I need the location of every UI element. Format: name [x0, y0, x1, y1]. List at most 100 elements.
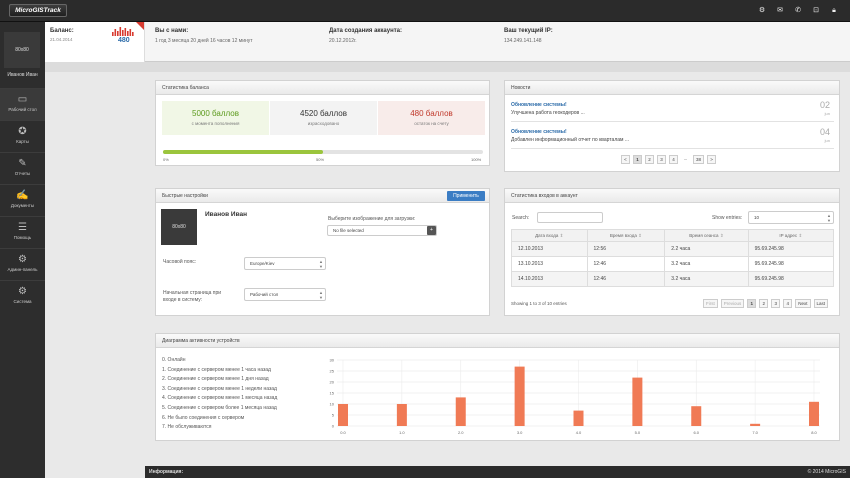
x-tick-label: 1.0 [399, 430, 405, 435]
mail-icon[interactable]: ✉ [774, 5, 786, 17]
timezone-select[interactable]: Europe/Kiev ▲ ▼ [244, 257, 326, 270]
pager-next[interactable]: Next [795, 299, 811, 308]
pager-prev[interactable]: < [621, 155, 630, 164]
legend-item: 3. Соединение с сервером менее 1 недели … [162, 385, 277, 392]
search-input[interactable] [537, 212, 603, 223]
sidebar-item-documents[interactable]: ✍ Документы [0, 184, 45, 216]
table-cell: 2.2 часа [664, 241, 749, 257]
footer-copyright: © 2014 MicroGIS [807, 469, 846, 475]
panel-title: Статистика входов в аккаунт [505, 189, 839, 203]
monitor-icon: ▭ [17, 94, 28, 105]
column-header[interactable]: Дата входа ⇕ [511, 229, 588, 242]
sidebar-item-reports[interactable]: ✎ Отчеты [0, 152, 45, 184]
chevron-updown-icon: ▲ ▼ [319, 290, 323, 300]
chart-bar [632, 377, 643, 426]
sidebar-item-admin[interactable]: ⚙ Админ-панель [0, 248, 45, 280]
pager-previous[interactable]: Previous [720, 299, 745, 308]
apply-button[interactable]: Применить [447, 191, 485, 201]
news-panel: Новости Обновление системы! Улучшена раб… [504, 80, 840, 172]
x-tick-label: 0.0 [340, 430, 346, 435]
news-text: Улучшена работа геокодеров ... [511, 110, 585, 116]
sidebar-item-system[interactable]: ⚙ Система [0, 280, 45, 312]
login-stats-panel: Статистика входов в аккаунт Search: Show… [504, 188, 840, 316]
pager-page[interactable]: 3 [771, 299, 781, 308]
y-tick-label: 0 [332, 424, 335, 429]
activity-legend: 0. Онлайн 1. Соединение с сервером менее… [162, 356, 277, 433]
x-tick-label: 2.0 [458, 430, 464, 435]
start-page-select[interactable]: Рабочий стол ▲ ▼ [244, 288, 326, 301]
app-logo[interactable]: MicroGISTrack [9, 4, 67, 17]
ip-value: 134.249.141.148 [504, 38, 542, 44]
news-text: Добавлен информационный отчет по квартал… [511, 137, 630, 143]
table-cell: 95.69.245.98 [747, 256, 835, 272]
chart-bar [691, 406, 702, 426]
table-info: Showing 1 to 3 of 10 entries [511, 301, 567, 306]
settings-avatar[interactable]: 80x80 [161, 209, 197, 245]
sidebar-item-label: Рабочий стол [8, 107, 37, 112]
sidebar-item-desktop[interactable]: ▭ Рабочий стол [0, 88, 45, 120]
pager-page[interactable]: 1 [633, 155, 642, 164]
pager-page[interactable]: 1 [747, 299, 757, 308]
column-header[interactable]: Время входа ⇕ [586, 229, 666, 242]
table-row: 14.10.2013 12:46 3.2 часа 95.69.245.98 [511, 271, 835, 287]
chart-bar [514, 366, 525, 426]
lock-icon[interactable]: ⊡ [810, 5, 822, 17]
table-row: 12.10.2013 12:56 2.2 часа 95.69.245.98 [511, 241, 835, 257]
pager-page[interactable]: 4 [669, 155, 678, 164]
news-item[interactable]: Обновление системы! Улучшена работа геок… [511, 98, 834, 122]
table-row: 13.10.2013 12:46 3.2 часа 95.69.245.98 [511, 256, 835, 272]
panel-title: Быстрые настройки [156, 189, 489, 203]
news-day: 02 [819, 100, 830, 110]
news-title[interactable]: Обновление системы! [511, 102, 567, 108]
divider-strip [45, 62, 850, 72]
pager-page[interactable]: 2 [759, 299, 769, 308]
show-entries-label: Show entries: [712, 215, 743, 221]
top-bar: MicroGISTrack ⚙ ✉ ✆ ⊡ 🔒︎ [0, 0, 850, 22]
show-entries-select[interactable]: 10 ▲ ▼ [748, 211, 834, 224]
sidebar: 80x80 Иванов Иван ▭ Рабочий стол ✪ Карты… [0, 22, 45, 478]
table-cell: 12:46 [586, 271, 666, 287]
pager-page[interactable]: 3 [657, 155, 666, 164]
phone-icon[interactable]: ✆ [792, 5, 804, 17]
settings-icon[interactable]: ⚙ [756, 5, 768, 17]
stat-value: 4520 баллов [300, 109, 347, 118]
sidebar-item-label: Отчеты [14, 171, 31, 176]
pager-first[interactable]: First [703, 299, 718, 308]
panel-title: Новости [505, 81, 839, 95]
pager-page[interactable]: 2 [645, 155, 654, 164]
chart-bar [455, 397, 466, 426]
pager-last[interactable]: Last [813, 299, 829, 308]
chart-bar [396, 404, 407, 426]
news-item[interactable]: Обновление системы! Добавлен информацион… [511, 125, 834, 149]
legend-item: 7. Не обслуживаются [162, 424, 212, 431]
column-header[interactable]: Время сеанса ⇕ [664, 229, 749, 242]
search-label: Search: [512, 215, 530, 221]
file-input[interactable]: No file selected [327, 225, 437, 236]
table-cell: 3.2 часа [664, 271, 749, 287]
x-tick-label: 7.0 [752, 430, 758, 435]
sidebar-item-label: Помощь [13, 235, 32, 240]
with-us-value: 1 год 3 месяца 20 дней 16 часов 12 минут [155, 38, 253, 44]
info-bar: Баланс: 21.04.2014 480 Вы с нами: 1 год … [45, 22, 850, 62]
padlock-icon[interactable]: 🔒︎ [828, 5, 840, 17]
column-header[interactable]: IP адрес ⇕ [747, 229, 835, 242]
admin-gear-icon: ⚙ [18, 254, 27, 265]
y-tick-label: 20 [330, 380, 335, 385]
pager-page[interactable]: 38 [693, 155, 705, 164]
upload-plus-button[interactable]: + [427, 226, 436, 235]
pager-next[interactable]: > [707, 155, 717, 164]
sidebar-item-maps[interactable]: ✪ Карты [0, 120, 45, 152]
legend-item: 0. Онлайн [162, 357, 186, 363]
table-cell: 13.10.2013 [511, 256, 588, 272]
progress-label-start: 0% [163, 157, 169, 162]
news-title[interactable]: Обновление системы! [511, 129, 567, 135]
sidebar-user-name[interactable]: Иванов Иван [0, 72, 45, 78]
x-tick-label: 3.0 [517, 430, 523, 435]
stat-value: 5000 баллов [192, 109, 239, 118]
pager-page[interactable]: 4 [783, 299, 793, 308]
sidebar-item-help[interactable]: ☰ Помощь [0, 216, 45, 248]
chevron-updown-icon: ▲ ▼ [319, 259, 323, 269]
created-block: Дата создания аккаунта: 20.12.2012г. [329, 28, 402, 44]
y-tick-label: 15 [330, 391, 335, 396]
avatar[interactable]: 80x80 [4, 32, 40, 68]
